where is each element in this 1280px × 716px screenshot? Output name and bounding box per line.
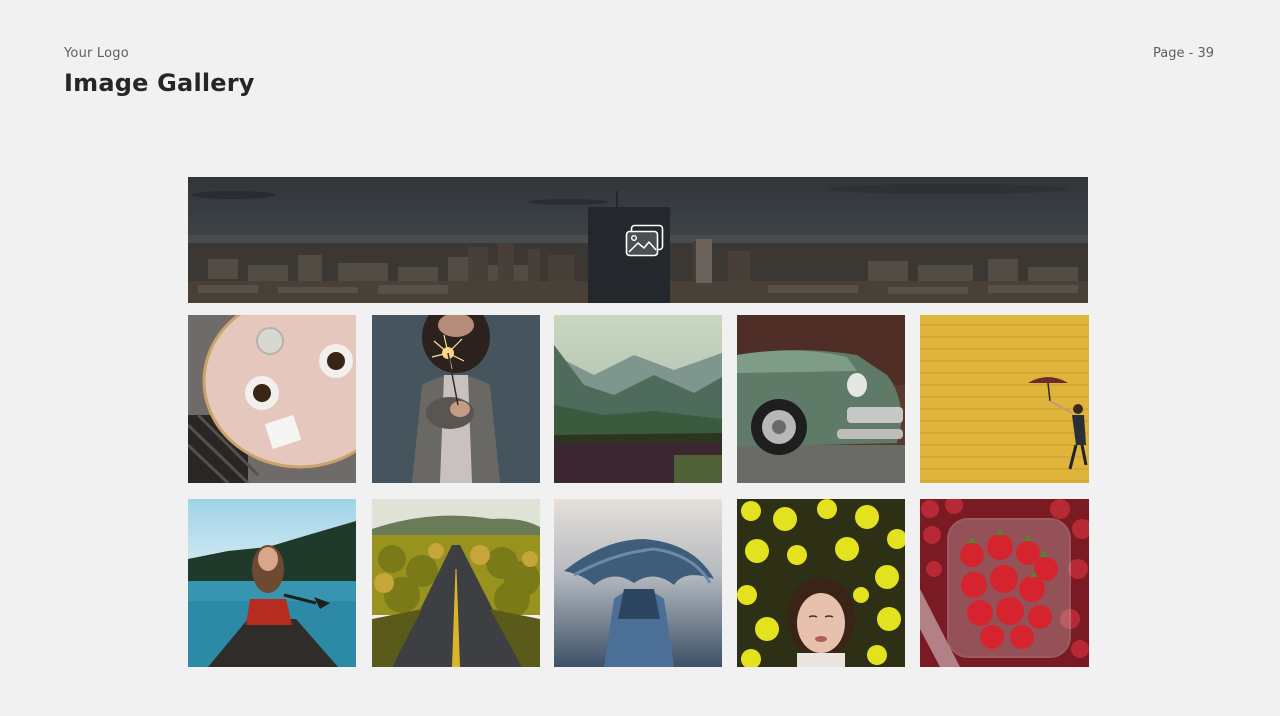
- photo-hair-flip: [554, 499, 722, 667]
- photo-yellow-flowers: [737, 499, 905, 667]
- photo-canoe-lake: [188, 499, 356, 667]
- photo-road: [372, 499, 540, 667]
- photo-yellow-wall: [920, 315, 1089, 483]
- page-title: Image Gallery: [64, 69, 255, 97]
- photo-cafe-table: [188, 315, 356, 483]
- logo-text: Your Logo: [64, 46, 129, 61]
- photo-vintage-car: [737, 315, 905, 483]
- banner-city-image: [188, 177, 1088, 303]
- photo-strawberries: [920, 499, 1089, 667]
- image-gallery-icon: [625, 224, 664, 257]
- page-number: Page - 39: [1153, 46, 1214, 61]
- photo-mountains: [554, 315, 722, 483]
- photo-sparkler: [372, 315, 540, 483]
